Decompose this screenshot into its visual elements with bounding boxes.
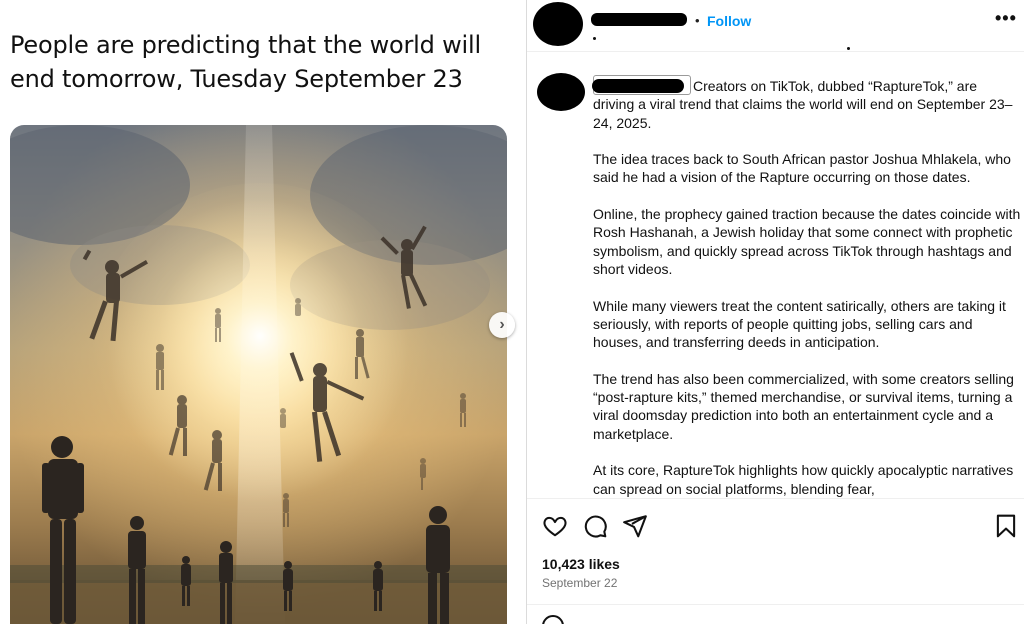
header-mark bbox=[847, 47, 850, 50]
caption-author-avatar[interactable] bbox=[537, 73, 585, 111]
rapture-illustration bbox=[10, 125, 507, 624]
next-image-button[interactable]: › bbox=[489, 312, 515, 338]
more-options-icon[interactable]: ••• bbox=[995, 8, 1017, 29]
likes-count[interactable]: 10,423 likes bbox=[542, 556, 620, 572]
heart-icon[interactable] bbox=[542, 513, 568, 539]
share-icon[interactable] bbox=[622, 513, 648, 539]
caption-paragraph: At its core, RaptureTok highlights how q… bbox=[593, 462, 1014, 497]
author-username-redacted[interactable] bbox=[591, 13, 687, 26]
comment-divider bbox=[527, 604, 1024, 605]
post-title: People are predicting that the world wil… bbox=[10, 31, 481, 93]
caption-paragraph: Online, the prophecy gained traction bec… bbox=[593, 206, 1021, 277]
rapture-image[interactable] bbox=[10, 125, 507, 624]
caption-paragraph: The idea traces back to South African pa… bbox=[593, 151, 1011, 186]
follow-button[interactable]: Follow bbox=[707, 13, 751, 29]
post-caption: Creators on TikTok, dubbed “RaptureTok,”… bbox=[593, 77, 1021, 498]
post-date[interactable]: September 22 bbox=[542, 576, 617, 590]
post-header: • Follow ••• bbox=[527, 0, 1024, 52]
header-separator: • bbox=[695, 13, 700, 28]
instagram-panel: • Follow ••• Creators on TikTok, dubbed … bbox=[527, 0, 1024, 624]
caption-paragraph: While many viewers treat the content sat… bbox=[593, 297, 1006, 351]
emoji-icon[interactable] bbox=[542, 615, 564, 624]
chevron-right-icon: › bbox=[499, 316, 505, 333]
bookmark-icon[interactable] bbox=[993, 513, 1019, 539]
header-mark bbox=[593, 37, 596, 40]
post-actions: 10,423 likes September 22 bbox=[527, 498, 1024, 624]
comment-icon[interactable] bbox=[582, 513, 608, 539]
caption-scroll-area[interactable]: Creators on TikTok, dubbed “RaptureTok,”… bbox=[527, 53, 1024, 498]
caption-username-redacted[interactable] bbox=[592, 75, 691, 95]
author-avatar[interactable] bbox=[533, 2, 583, 46]
left-post: People are predicting that the world wil… bbox=[0, 0, 526, 624]
caption-paragraph: The trend has also been commercialized, … bbox=[593, 370, 1014, 442]
